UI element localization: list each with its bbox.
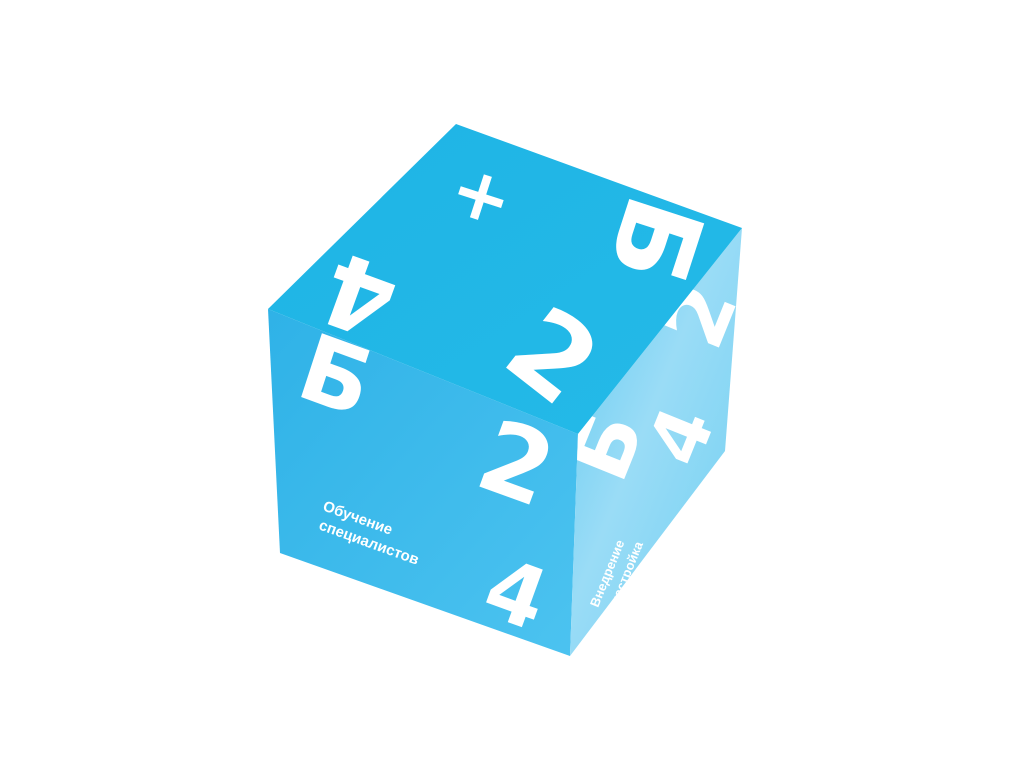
product-image: + Б 4 2 Б 2 Обучение специалистов 4 2 Б …: [0, 0, 1024, 768]
cube-illustration: + Б 4 2 Б 2 Обучение специалистов 4 2 Б …: [268, 124, 742, 656]
